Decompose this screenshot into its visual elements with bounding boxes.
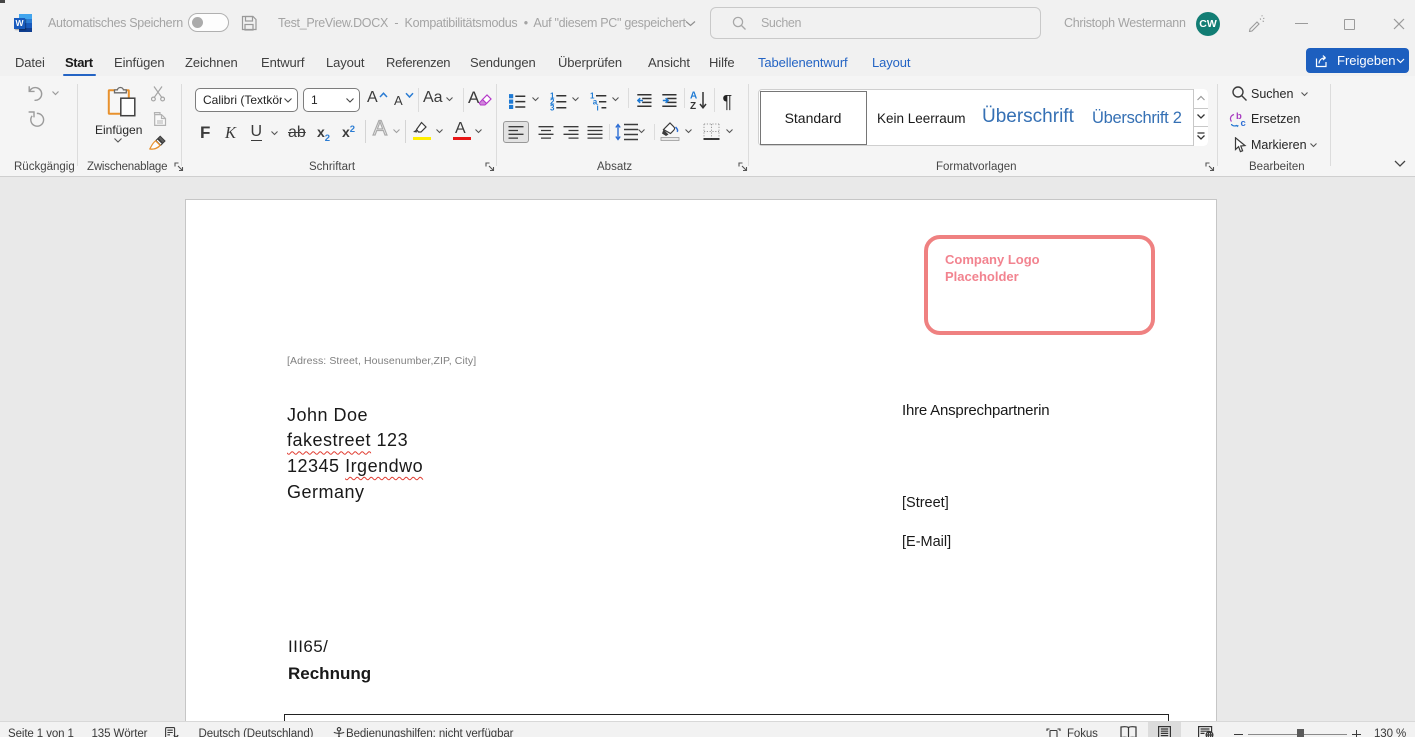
svg-text:3: 3: [550, 104, 555, 113]
svg-text:A: A: [690, 91, 697, 102]
svg-text:Z: Z: [690, 101, 696, 110]
svg-text:c: c: [1241, 118, 1246, 128]
svg-text:i: i: [597, 104, 599, 113]
